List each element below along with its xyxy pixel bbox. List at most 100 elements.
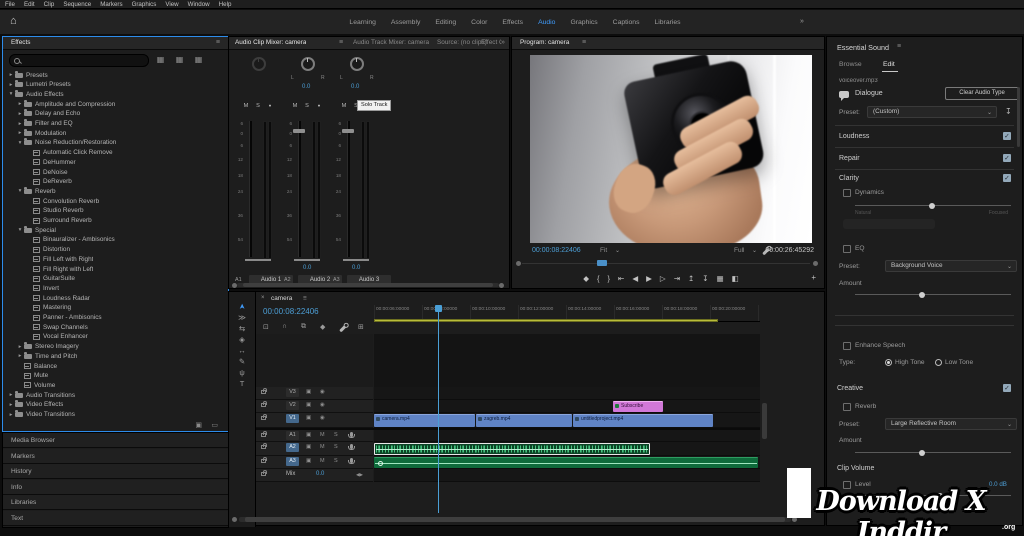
panel-menu-icon[interactable]: ≡	[216, 39, 220, 46]
chevron-right-icon[interactable]: ▸	[16, 111, 24, 117]
reverb-checkbox[interactable]	[843, 403, 851, 411]
go-to-in-button[interactable]: ⇤	[618, 274, 624, 283]
volume-rubber-band[interactable]	[375, 462, 757, 464]
effect-item-fill-right-with-left[interactable]: Fill Right with Left	[3, 264, 226, 274]
dynamics-checkbox[interactable]	[843, 189, 851, 197]
fader-track[interactable]	[249, 121, 252, 257]
pan-value[interactable]: 0.0	[351, 84, 359, 90]
eq-amount-slider[interactable]	[855, 291, 1011, 298]
lock-icon[interactable]	[261, 431, 267, 437]
timeline-scroll-left-dot[interactable]	[232, 517, 237, 522]
panel-menu-icon[interactable]: ≡	[897, 43, 901, 50]
panel-tab-info[interactable]: Info	[3, 479, 228, 495]
home-icon[interactable]: ⌂	[10, 15, 17, 27]
clarity-checkbox[interactable]: ✓	[1003, 174, 1011, 182]
lock-icon[interactable]	[261, 388, 267, 394]
step-forward-button[interactable]: ▷	[660, 274, 666, 283]
reverb-preset-select[interactable]: Large Reflective Room ⌄	[885, 418, 1017, 430]
fader-track[interactable]	[298, 121, 301, 257]
workspace-tab-editing[interactable]: Editing	[435, 19, 456, 26]
panel-menu-icon[interactable]: ≡	[339, 39, 343, 46]
mixer-tab-0[interactable]: Audio Clip Mixer: camera	[235, 39, 306, 46]
effect-item-binauralizer-ambisonics[interactable]: Binauralizer - Ambisonics	[3, 235, 226, 245]
work-area-bar[interactable]	[374, 319, 718, 322]
mark-in-button[interactable]: {	[597, 274, 600, 283]
save-preset-icon[interactable]: ↧	[1005, 107, 1012, 116]
track-content-a1[interactable]	[374, 430, 760, 442]
effects-bin-audio-effects[interactable]: ▾ Audio Effects	[3, 89, 226, 99]
new-custom-bin-icon[interactable]: ▣	[195, 421, 202, 429]
chevron-right-icon[interactable]: ▸	[16, 130, 24, 136]
effect-item-panner-ambisonics[interactable]: Panner - Ambisonics	[3, 313, 226, 323]
music-audio-clip[interactable]	[374, 457, 758, 468]
menu-sequence[interactable]: Sequence	[63, 1, 91, 8]
go-to-out-button[interactable]: ⇥	[674, 274, 680, 283]
track-badge-v1[interactable]: V1	[286, 414, 299, 423]
track-content-v2[interactable]	[374, 400, 760, 413]
chevron-right-icon[interactable]: ▸	[16, 344, 24, 350]
panel-menu-icon[interactable]: ≡	[582, 39, 586, 46]
sync-lock-icon[interactable]: ▣	[306, 402, 311, 408]
chevron-down-icon[interactable]: ▾	[16, 188, 24, 194]
tab-effects[interactable]: Effects	[11, 39, 30, 46]
low-tone-radio[interactable]	[935, 359, 942, 366]
mixer-tab-1[interactable]: Audio Track Mixer: camera	[353, 39, 429, 46]
sync-lock-icon[interactable]: ▣	[306, 458, 311, 464]
filter-accelerated-effects-button[interactable]: ▦	[153, 54, 168, 65]
effects-bin-delay-and-echo[interactable]: ▸ Delay and Echo	[3, 109, 226, 119]
snap-icon[interactable]: ∩	[282, 323, 287, 330]
track-mute-button[interactable]: M	[320, 444, 325, 450]
sync-lock-icon[interactable]: ▣	[306, 432, 311, 438]
track-solo-button[interactable]: S	[334, 432, 338, 438]
high-tone-radio[interactable]	[885, 359, 892, 366]
caption-settings-icon[interactable]: ⊞	[358, 323, 364, 331]
loudness-section-header[interactable]: Loudness	[839, 133, 869, 140]
workspace-tab-libraries[interactable]: Libraries	[654, 19, 680, 26]
workspace-overflow-icon[interactable]: »	[800, 18, 804, 25]
ripple-edit-tool[interactable]: ⇆	[229, 324, 255, 333]
workspace-tab-color[interactable]: Color	[471, 19, 487, 26]
menu-graphics[interactable]: Graphics	[132, 1, 157, 8]
clip-volume-section-header[interactable]: Clip Volume	[837, 465, 874, 472]
creative-section-header[interactable]: Creative	[837, 385, 863, 392]
tab-browse[interactable]: Browse	[839, 61, 862, 68]
track-solo-button[interactable]: S	[334, 458, 338, 464]
effects-bin-audio-transitions[interactable]: ▸ Audio Transitions	[3, 390, 226, 400]
fader-level-value[interactable]: 0.0	[303, 265, 311, 271]
eq-checkbox[interactable]	[843, 245, 851, 253]
effect-item-volume[interactable]: Volume	[3, 380, 226, 390]
tab-edit[interactable]: Edit	[883, 61, 895, 68]
sync-lock-icon[interactable]: ▣	[306, 415, 311, 421]
record-arm-button[interactable]: ●	[314, 103, 324, 108]
lock-icon[interactable]	[261, 401, 267, 407]
effects-bin-amplitude-and-compression[interactable]: ▸ Amplitude and Compression	[3, 99, 226, 109]
track-solo-button[interactable]: S	[334, 444, 338, 450]
track-badge-v2[interactable]: V2	[286, 401, 299, 410]
effect-item-invert[interactable]: Invert	[3, 283, 226, 293]
filter-32bit-effects-button[interactable]: ▦	[172, 54, 187, 65]
effect-item-mastering[interactable]: Mastering	[3, 303, 226, 313]
workspace-tab-effects[interactable]: Effects	[502, 19, 523, 26]
panel-tab-markers[interactable]: Markers	[3, 448, 228, 464]
mute-button[interactable]: M	[241, 103, 251, 109]
effects-bin-lumetri-presets[interactable]: ▸ Lumetri Presets	[3, 80, 226, 90]
tab-program[interactable]: Program: camera	[520, 39, 569, 46]
pan-value[interactable]: 0.0	[302, 84, 310, 90]
panel-tab-history[interactable]: History	[3, 464, 228, 479]
comparison-view-button[interactable]: ◧	[732, 274, 739, 283]
track-badge-a3[interactable]: A3	[286, 457, 299, 466]
lock-icon[interactable]	[261, 443, 267, 449]
track-content-v3[interactable]	[374, 387, 760, 400]
menu-help[interactable]: Help	[219, 1, 232, 8]
pan-knob[interactable]	[252, 57, 266, 71]
tab-sequence-camera[interactable]: camera	[271, 295, 292, 302]
fader-handle[interactable]	[293, 129, 305, 133]
graphic-clip[interactable]: Subscribe	[613, 401, 663, 412]
pan-knob[interactable]	[350, 57, 364, 71]
effect-item-balance[interactable]: Balance	[3, 361, 226, 371]
mute-button[interactable]: M	[339, 103, 349, 109]
effect-item-automatic-click-remove[interactable]: Automatic Click Remove	[3, 148, 226, 158]
lock-icon[interactable]	[261, 457, 267, 463]
video-clip[interactable]: untitledproject.mp4	[573, 414, 713, 427]
effects-bin-special[interactable]: ▾ Special	[3, 225, 226, 235]
